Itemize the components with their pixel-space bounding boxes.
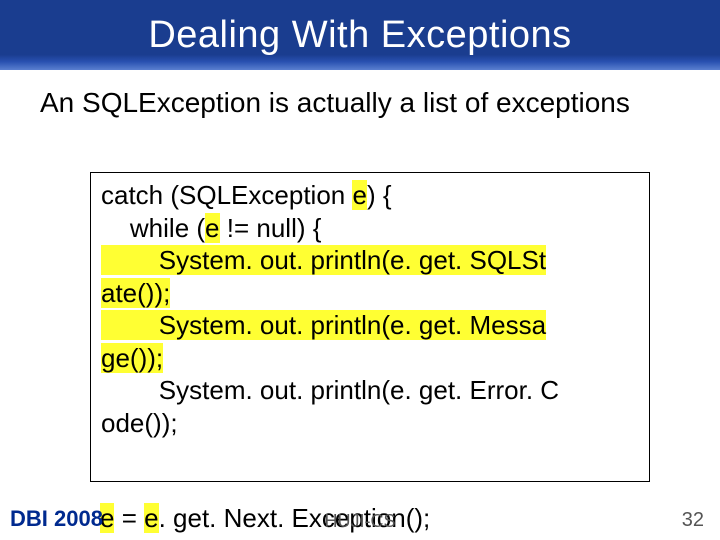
code-line-6: ge()); [101,342,639,375]
code-line-2: while (e != null) { [101,212,639,245]
highlight-e: e [205,213,219,243]
slide: Dealing With Exceptions An SQLException … [0,0,720,540]
code-line-1: catch (SQLException e) { [101,179,639,212]
highlight-getsqlstate: ate()); [101,278,170,308]
slide-number: 32 [682,509,704,532]
title-band: Dealing With Exceptions [0,0,720,70]
code-line-4: ate()); [101,277,639,310]
code-line-5: System. out. println(e. get. Messa [101,309,639,342]
highlight-e: e [144,503,158,533]
code-text: while ( [101,213,205,243]
highlight-e: e [352,180,366,210]
footer-left: DBI 2008 [10,506,103,532]
code-text: = [114,503,144,533]
highlight-getmessage: ge()); [101,343,163,373]
footer-center: HUJI-CS [325,511,396,532]
code-line-3: System. out. println(e. get. SQLSt [101,244,639,277]
highlight-getmessage: System. out. println(e. get. Messa [101,310,546,340]
code-text: != null) { [220,213,322,243]
code-text: ) { [367,180,392,210]
code-text: catch (SQLException [101,180,352,210]
intro-text: An SQLException is actually a list of ex… [40,86,680,120]
code-line-7: System. out. println(e. get. Error. C [101,374,639,407]
code-line-8: ode()); [101,407,639,440]
code-box: catch (SQLException e) { while (e != nul… [90,172,650,482]
highlight-getsqlstate: System. out. println(e. get. SQLSt [101,245,546,275]
slide-title: Dealing With Exceptions [148,14,571,57]
